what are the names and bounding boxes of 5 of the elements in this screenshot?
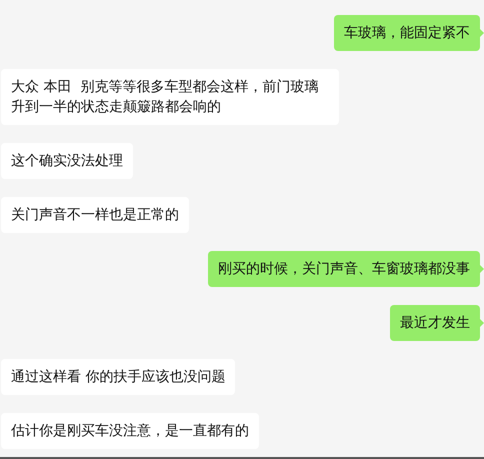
received-message-bubble: 这个确实没法处理 xyxy=(1,143,133,179)
received-message-bubble: 关门声音不一样也是正常的 xyxy=(1,197,189,233)
received-message-bubble: 通过这样看 你的扶手应该也没问题 xyxy=(1,359,236,395)
received-message-bubble: 大众 本田 别克等等很多车型都会这样，前门玻璃升到一半的状态走颠簸路都会响的 xyxy=(1,69,339,125)
received-message-bubble: 估计你是刚买车没注意，是一直都有的 xyxy=(1,413,259,449)
